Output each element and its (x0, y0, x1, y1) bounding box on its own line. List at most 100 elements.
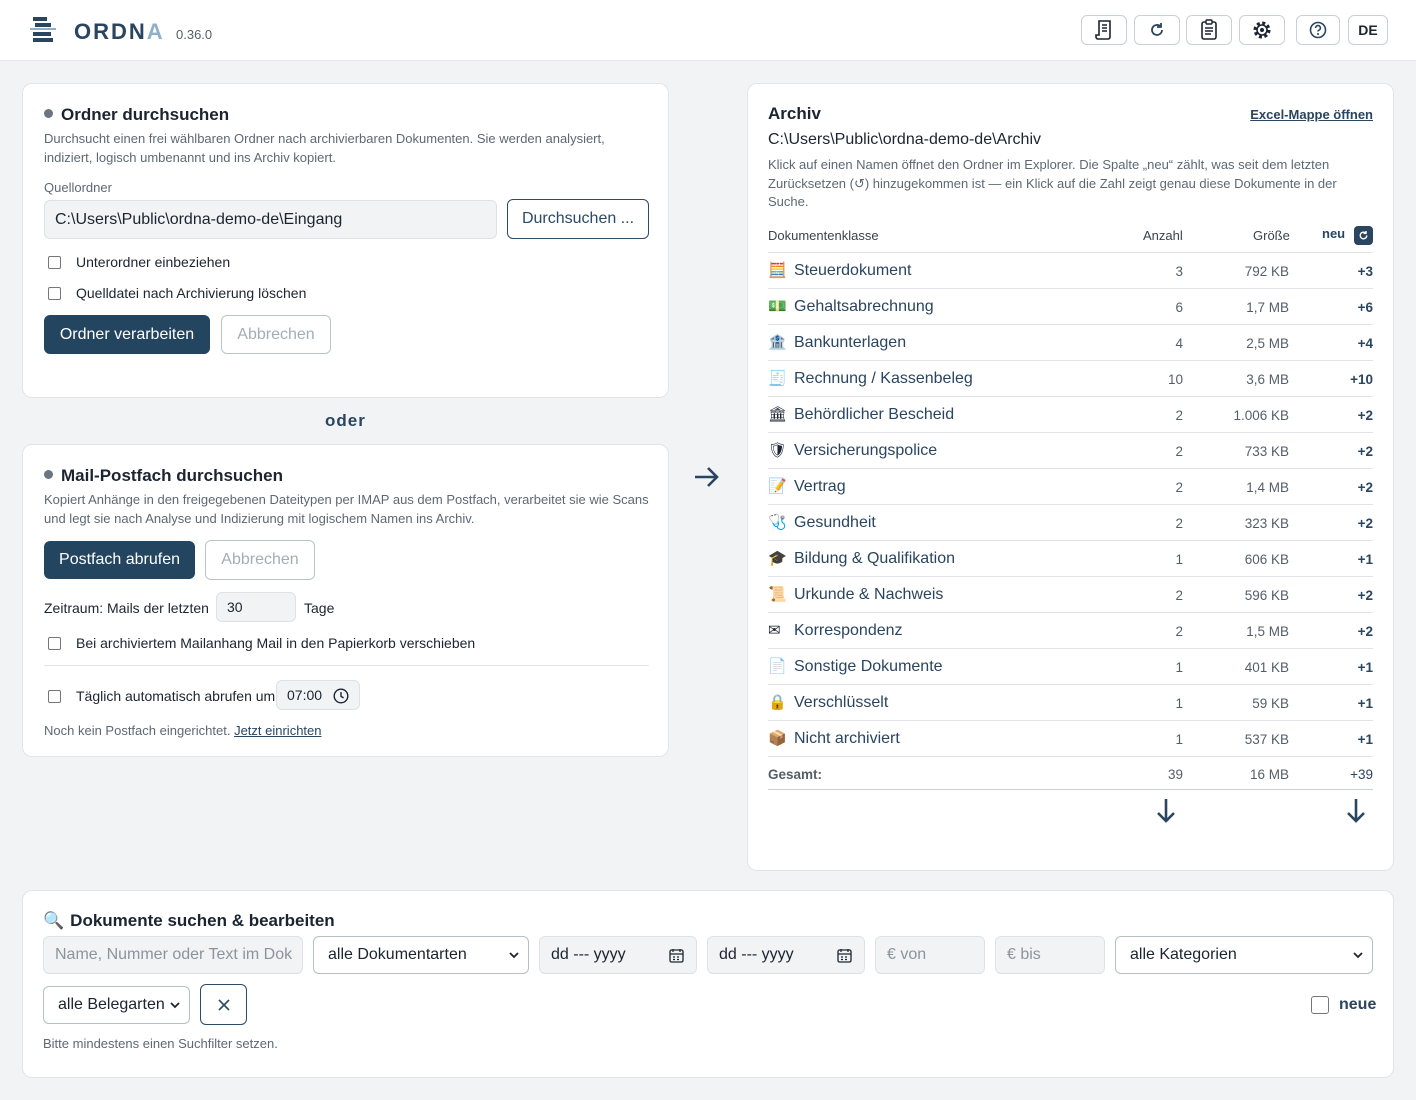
include-subfolders-checkbox[interactable] (48, 255, 61, 269)
archive-new-count[interactable]: +3 (1358, 264, 1373, 279)
archive-size: 596 KB (1244, 588, 1289, 603)
process-folder-button[interactable]: Ordner verarbeiten (44, 315, 210, 354)
help-icon (1309, 21, 1327, 39)
archive-class-link[interactable]: Vertrag (794, 478, 846, 496)
archive-count: 1 (1175, 732, 1183, 747)
mail-card-description: Kopiert Anhänge in den freigegebenen Dat… (44, 492, 649, 526)
archive-row: 🎓 Bildung & Qualifikation 1 606 KB +1 (768, 540, 1373, 576)
receipt-type-select[interactable]: alle Belegarten (43, 986, 190, 1024)
archive-row: ✉ Korrespondenz 2 1,5 MB +2 (768, 612, 1373, 648)
archive-class-link[interactable]: Sonstige Dokumente (794, 658, 943, 676)
setup-mailbox-link[interactable]: Jetzt einrichten (234, 723, 321, 738)
archive-new-count[interactable]: +4 (1358, 336, 1373, 351)
archive-class-link[interactable]: Verschlüsselt (794, 694, 888, 712)
archive-class-link[interactable]: Korrespondenz (794, 622, 903, 640)
category-select[interactable]: alle Kategorien (1115, 936, 1373, 974)
new-only-option[interactable]: neue (1311, 996, 1376, 1014)
archive-new-count[interactable]: +1 (1358, 696, 1373, 711)
browse-button[interactable]: Durchsuchen ... (507, 199, 649, 239)
archive-new-count[interactable]: +1 (1358, 660, 1373, 675)
archive-new-count[interactable]: +2 (1358, 480, 1373, 495)
archive-row: 📜 Urkunde & Nachweis 2 596 KB +2 (768, 576, 1373, 612)
date-to-input[interactable]: dd --- yyyy (707, 936, 865, 974)
daily-fetch-checkbox[interactable] (48, 689, 61, 703)
archive-size: 2,5 MB (1246, 336, 1289, 351)
source-folder-input[interactable]: C:\Users\Public\ordna-demo-de\Eingang (44, 200, 497, 239)
clipboard-icon (1201, 19, 1217, 40)
include-subfolders-option[interactable]: Unterordner einbeziehen (48, 254, 230, 270)
calendar-icon[interactable] (669, 948, 684, 963)
language-button[interactable]: DE (1348, 15, 1388, 45)
archive-count: 2 (1175, 624, 1183, 639)
amount-from-input[interactable]: € von (875, 936, 985, 974)
daily-time-input[interactable]: 07:00 (276, 680, 360, 710)
search-text-input[interactable]: Name, Nummer oder Text im Dok (43, 936, 303, 974)
chevron-down-icon (509, 952, 519, 959)
archive-row: 🏦 Bankunterlagen 4 2,5 MB +4 (768, 324, 1373, 360)
period-label: Zeitraum: Mails der letzten (44, 600, 209, 616)
log-button[interactable] (1081, 15, 1127, 45)
category-icon: 🏛 (768, 406, 788, 423)
archive-class-link[interactable]: Gesundheit (794, 514, 876, 532)
clear-filters-button[interactable] (200, 984, 247, 1025)
folder-card-title: Ordner durchsuchen (44, 105, 229, 125)
archive-size: 1,5 MB (1246, 624, 1289, 639)
clipboard-button[interactable] (1186, 15, 1232, 45)
archive-class-link[interactable]: Versicherungspolice (794, 442, 937, 460)
category-icon: 🛡 (768, 442, 788, 459)
header-count: Anzahl (1143, 228, 1183, 243)
bullet-icon (44, 470, 53, 479)
archive-class-link[interactable]: Steuerdokument (794, 262, 911, 280)
new-only-checkbox[interactable] (1311, 996, 1329, 1014)
archive-total-row: Gesamt: 39 16 MB +39 (768, 756, 1373, 790)
archive-class-link[interactable]: Gehaltsabrechnung (794, 298, 934, 316)
archive-class-link[interactable]: Bankunterlagen (794, 334, 906, 352)
arrow-down-icon[interactable] (1155, 797, 1177, 825)
delete-source-option[interactable]: Quelldatei nach Archivierung löschen (48, 285, 306, 301)
refresh-button[interactable] (1134, 15, 1180, 45)
archive-class-link[interactable]: Urkunde & Nachweis (794, 586, 943, 604)
settings-button[interactable] (1239, 15, 1285, 45)
category-icon: 📜 (768, 586, 787, 603)
archive-row: 📄 Sonstige Dokumente 1 401 KB +1 (768, 648, 1373, 684)
no-mailbox-hint: Noch kein Postfach eingerichtet. Jetzt e… (44, 723, 322, 738)
archive-new-count[interactable]: +2 (1358, 588, 1373, 603)
amount-to-input[interactable]: € bis (995, 936, 1105, 974)
cancel-folder-button[interactable]: Abbrechen (221, 315, 331, 354)
archive-class-link[interactable]: Bildung & Qualifikation (794, 550, 955, 568)
chevron-down-icon (1353, 952, 1363, 959)
cancel-mail-button[interactable]: Abbrechen (205, 540, 315, 580)
archive-new-count[interactable]: +1 (1358, 552, 1373, 567)
archive-new-count[interactable]: +10 (1350, 372, 1373, 387)
delete-source-checkbox[interactable] (48, 286, 61, 300)
archive-new-count[interactable]: +2 (1358, 444, 1373, 459)
archive-count: 1 (1175, 660, 1183, 675)
total-count: 39 (1167, 767, 1183, 782)
archive-new-count[interactable]: +2 (1358, 516, 1373, 531)
fetch-mailbox-button[interactable]: Postfach abrufen (44, 541, 195, 579)
magnifier-icon: 🔍 (43, 911, 65, 930)
period-days-input[interactable]: 30 (216, 592, 296, 622)
archive-class-link[interactable]: Behördlicher Bescheid (794, 406, 954, 424)
archive-size: 59 KB (1252, 696, 1289, 711)
open-excel-link[interactable]: Excel-Mappe öffnen (1250, 107, 1373, 122)
help-button[interactable] (1296, 15, 1340, 45)
archive-new-count[interactable]: +1 (1358, 732, 1373, 747)
date-from-input[interactable]: dd --- yyyy (539, 936, 697, 974)
arrow-down-icon[interactable] (1345, 797, 1367, 825)
reset-new-button[interactable] (1354, 226, 1373, 245)
scroll-icon (1095, 20, 1111, 40)
archive-new-count[interactable]: +2 (1358, 408, 1373, 423)
trash-mail-option[interactable]: Bei archiviertem Mailanhang Mail in den … (48, 635, 475, 651)
archive-path: C:\Users\Public\ordna-demo-de\Archiv (768, 131, 1041, 148)
archive-class-link[interactable]: Nicht archiviert (794, 730, 900, 748)
doc-type-select[interactable]: alle Dokumentarten (313, 936, 529, 974)
archive-class-link[interactable]: Rechnung / Kassenbeleg (794, 370, 973, 388)
calendar-icon[interactable] (837, 948, 852, 963)
archive-new-count[interactable]: +6 (1358, 300, 1373, 315)
category-icon: 📄 (768, 658, 787, 675)
daily-fetch-option[interactable]: Täglich automatisch abrufen um (48, 688, 275, 704)
archive-row: 🧾 Rechnung / Kassenbeleg 10 3,6 MB +10 (768, 360, 1373, 396)
trash-mail-checkbox[interactable] (48, 636, 61, 650)
archive-new-count[interactable]: +2 (1358, 624, 1373, 639)
